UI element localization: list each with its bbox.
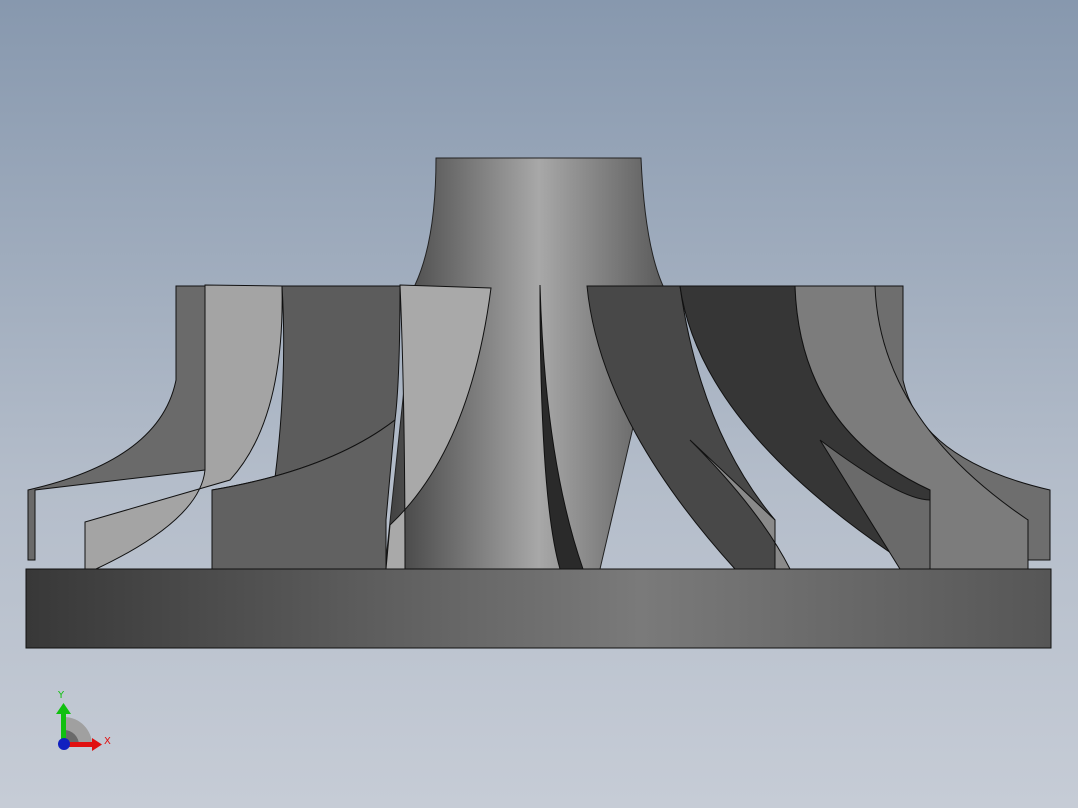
y-axis-label: Y	[57, 690, 65, 701]
base-disk	[25, 568, 1052, 649]
graphics-viewport[interactable]: Y X	[0, 0, 1078, 808]
axis-triad[interactable]: Y X	[56, 690, 111, 751]
x-axis-label: X	[104, 736, 111, 747]
z-axis-icon	[58, 738, 70, 750]
impeller-model[interactable]: Y X	[0, 0, 1078, 808]
